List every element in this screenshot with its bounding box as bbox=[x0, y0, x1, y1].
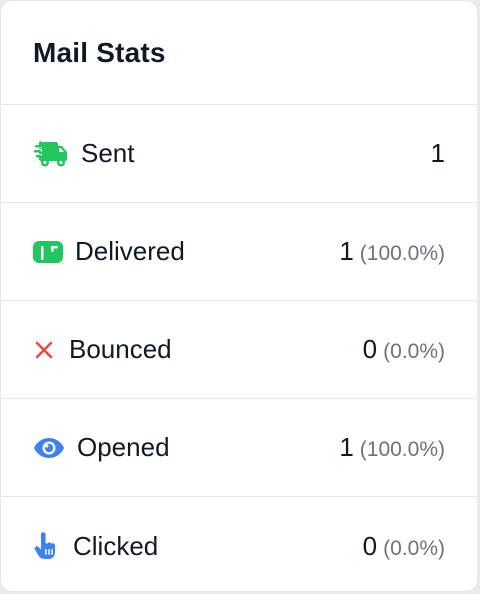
stat-label-bounced: Bounced bbox=[69, 334, 172, 364]
truck-fast-icon bbox=[33, 139, 69, 169]
mail-stats-card: Mail Stats Sent 1 Delivered 1 (100.0%) B… bbox=[0, 0, 478, 592]
pointer-hand-icon bbox=[33, 531, 59, 561]
stat-row-delivered: Delivered 1 (100.0%) bbox=[1, 203, 477, 301]
stat-count-sent: 1 bbox=[430, 138, 445, 168]
stat-count-opened: 1 bbox=[339, 432, 354, 462]
card-title: Mail Stats bbox=[33, 36, 166, 68]
stat-percent-clicked: (0.0%) bbox=[383, 536, 445, 560]
stat-label-sent: Sent bbox=[81, 138, 135, 168]
card-header: Mail Stats bbox=[1, 1, 477, 105]
stat-percent-delivered: (100.0%) bbox=[359, 242, 445, 265]
stat-row-opened: Opened 1 (100.0%) bbox=[1, 399, 477, 497]
stat-label-opened: Opened bbox=[77, 432, 170, 462]
x-mark-icon bbox=[33, 335, 55, 365]
stat-label-clicked: Clicked bbox=[73, 530, 159, 561]
stat-label-delivered: Delivered bbox=[75, 236, 185, 266]
eye-icon bbox=[33, 433, 65, 463]
stat-row-sent: Sent 1 bbox=[1, 105, 477, 203]
mailbox-icon bbox=[33, 237, 63, 267]
stat-count-bounced: 0 bbox=[362, 334, 378, 364]
stat-row-bounced: Bounced 0 (0.0%) bbox=[1, 301, 477, 399]
stat-percent-opened: (100.0%) bbox=[359, 438, 445, 461]
stat-count-clicked: 0 bbox=[362, 530, 378, 561]
stat-count-delivered: 1 bbox=[339, 236, 354, 266]
stat-row-clicked: Clicked 0 (0.0%) bbox=[1, 497, 477, 591]
stat-percent-bounced: (0.0%) bbox=[383, 340, 445, 363]
